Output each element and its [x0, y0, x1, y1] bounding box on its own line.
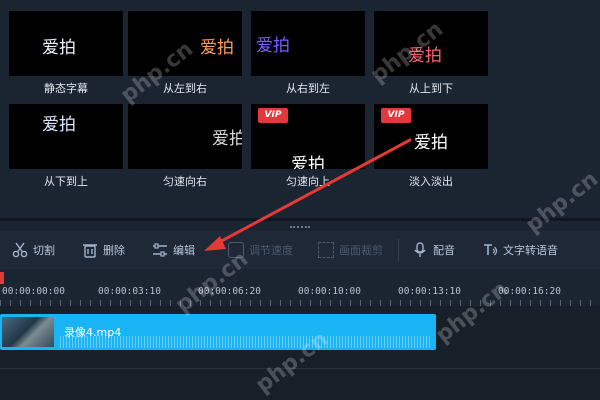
text-to-speech-button[interactable]: 文字转语音 [482, 231, 558, 269]
crop-button[interactable]: 画面裁剪 [318, 231, 383, 269]
edit-button[interactable]: 编辑 [152, 231, 195, 269]
effect-label: 从下到上 [44, 175, 88, 188]
video-track: 录像4.mp4 [0, 306, 600, 400]
effect-label: 匀速向上 [286, 175, 330, 188]
effect-sample-text: 爱拍 [212, 129, 242, 149]
speed-button[interactable]: 调节速度 [228, 231, 293, 269]
clip-thumbnail [2, 317, 54, 347]
effect-sample-text: 爱拍 [414, 133, 448, 153]
ruler-tick-label: 00:00:00:00 [2, 286, 65, 297]
speed-label: 调节速度 [249, 244, 293, 257]
effect-preview[interactable]: 爱拍 [128, 11, 242, 76]
panel-divider [0, 218, 600, 221]
effect-preview[interactable]: 爱拍 [128, 104, 242, 169]
effect-sample-text: 爱拍 [256, 36, 290, 56]
effect-preview[interactable]: 爱拍 [251, 11, 365, 76]
ruler-tick-label: 00:00:03:10 [98, 286, 161, 297]
effect-label: 匀速向右 [163, 175, 207, 188]
effect-preview[interactable]: 爱拍 [374, 11, 488, 76]
effect-item-6[interactable]: VIP 爱拍 匀速向上 [251, 104, 365, 189]
toolbar-separator [398, 239, 399, 261]
effect-preview[interactable]: 爱拍 [9, 104, 123, 169]
effect-sample-text: 爱拍 [42, 115, 76, 135]
effect-item-3[interactable]: 爱拍 从上到下 [374, 11, 488, 96]
crop-label: 画面裁剪 [339, 244, 383, 257]
clip-name: 录像4.mp4 [64, 326, 122, 339]
effect-sample-text: 爱拍 [291, 155, 325, 169]
dub-button[interactable]: 配音 [412, 231, 455, 269]
effect-sample-text: 爱拍 [200, 38, 234, 58]
scissors-icon [12, 242, 28, 258]
effect-preview[interactable]: 爱拍 [9, 11, 123, 76]
effect-label: 从右到左 [286, 82, 330, 95]
trash-icon [83, 244, 97, 258]
effect-item-4[interactable]: 爱拍 从下到上 [9, 104, 123, 189]
effect-item-7[interactable]: VIP 爱拍 淡入淡出 [374, 104, 488, 189]
effect-preview[interactable]: VIP 爱拍 [251, 104, 365, 169]
delete-label: 删除 [103, 244, 125, 257]
effect-label: 从左到右 [163, 82, 207, 95]
video-clip[interactable]: 录像4.mp4 [0, 314, 436, 350]
timeline-toolbar: 切割 删除 编辑 调节速度 画面裁剪 配音 文字转语音 [0, 231, 600, 269]
vip-badge: VIP [381, 108, 411, 123]
edit-label: 编辑 [173, 244, 195, 257]
effect-label: 静态字幕 [44, 82, 88, 95]
effect-sample-text: 爱拍 [42, 38, 76, 58]
effect-label: 从上到下 [409, 82, 453, 95]
microphone-icon [414, 242, 426, 257]
timeline-ruler[interactable]: 00:00:00:00 00:00:03:10 00:00:06:20 00:0… [0, 272, 600, 306]
speed-icon [228, 242, 244, 258]
ruler-tick-label: 00:00:16:20 [498, 286, 561, 297]
cut-label: 切割 [33, 244, 55, 257]
effect-item-5[interactable]: 爱拍 匀速向右 [128, 104, 242, 189]
resize-grip[interactable] [290, 226, 310, 230]
cut-button[interactable]: 切割 [12, 231, 55, 269]
playhead-marker[interactable] [0, 272, 4, 284]
effect-label: 淡入淡出 [409, 175, 453, 188]
vip-badge: VIP [258, 108, 288, 123]
text-to-speech-icon [484, 244, 498, 256]
effect-item-1[interactable]: 爱拍 从左到右 [128, 11, 242, 96]
track-divider [0, 368, 600, 369]
effect-preview[interactable]: VIP 爱拍 [374, 104, 488, 169]
text-to-speech-label: 文字转语音 [503, 244, 558, 257]
ruler-tick-label: 00:00:06:20 [198, 286, 261, 297]
effect-grid: 爱拍 静态字幕 爱拍 从左到右 爱拍 从右到左 爱拍 从上到下 爱拍 从下到上 … [0, 0, 600, 200]
effect-item-2[interactable]: 爱拍 从右到左 [251, 11, 365, 96]
effect-item-0[interactable]: 爱拍 静态字幕 [9, 11, 123, 96]
dub-label: 配音 [433, 244, 455, 257]
ruler-tick-label: 00:00:13:10 [398, 286, 461, 297]
delete-button[interactable]: 删除 [82, 231, 125, 269]
effect-sample-text: 爱拍 [408, 46, 442, 66]
sliders-icon [153, 243, 167, 257]
ruler-tick-label: 00:00:10:00 [298, 286, 361, 297]
crop-icon [318, 242, 334, 258]
